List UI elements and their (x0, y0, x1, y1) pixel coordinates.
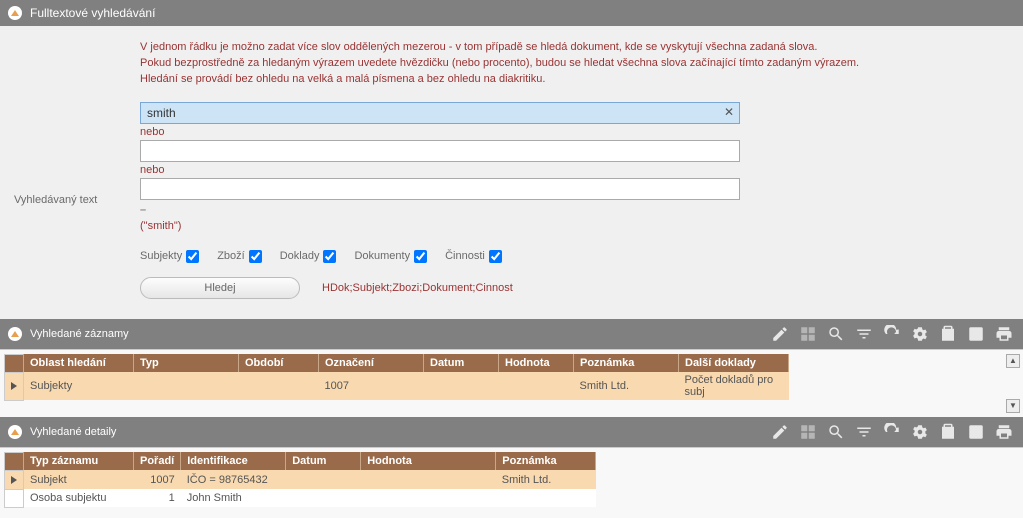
or-label-2: nebo (140, 164, 740, 176)
col-hodnota[interactable]: Hodnota (499, 354, 574, 372)
scope-checkboxes: Subjekty Zboží Doklady Dokumenty Činnost… (140, 250, 740, 263)
records-title: Vyhledané záznamy (30, 328, 129, 340)
details-header: Vyhledané detaily (0, 417, 1023, 447)
details-toolbar (761, 417, 1023, 447)
check-doklady[interactable] (323, 250, 336, 263)
table-row[interactable]: Subjekt 1007 IČO = 98765432 Smith Ltd. (5, 470, 596, 489)
settings-icon[interactable] (911, 423, 929, 441)
search-input-3[interactable] (140, 178, 740, 200)
clipboard-icon[interactable] (939, 423, 957, 441)
fulltext-title: Fulltextové vyhledávání (30, 6, 155, 20)
filter-icon[interactable] (855, 325, 873, 343)
details-header-row: Typ záznamu Pořadí Identifikace Datum Ho… (5, 452, 596, 470)
col-poznamka[interactable]: Poznámka (574, 354, 679, 372)
fulltext-form: V jednom řádku je možno zadat více slov … (0, 26, 1023, 319)
help-line-2: Pokud bezprostředně za hledaným výrazem … (140, 56, 920, 72)
grid-icon[interactable] (799, 423, 817, 441)
help-line-1: V jednom řádku je možno zadat více slov … (140, 40, 920, 56)
col-datum[interactable]: Datum (286, 452, 361, 470)
help-line-3: Hledání se provádí bez ohledu na velká a… (140, 72, 920, 88)
check-subjekty[interactable] (186, 250, 199, 263)
col-datum[interactable]: Datum (424, 354, 499, 372)
refresh-icon[interactable] (883, 325, 901, 343)
table-row[interactable]: Subjekty 1007 Smith Ltd. Počet dokladů p… (5, 372, 789, 400)
details-title: Vyhledané detaily (30, 426, 116, 438)
col-typ[interactable]: Typ (134, 354, 239, 372)
search-input-1[interactable] (140, 102, 740, 124)
check-dokumenty-label: Dokumenty (354, 250, 427, 263)
check-cinnosti[interactable] (489, 250, 502, 263)
edit-icon[interactable] (771, 423, 789, 441)
col-ident[interactable]: Identifikace (181, 452, 286, 470)
details-grid: Typ záznamu Pořadí Identifikace Datum Ho… (0, 447, 1023, 518)
scroll-up-icon[interactable]: ▲ (1006, 354, 1020, 368)
col-oblast[interactable]: Oblast hledání (24, 354, 134, 372)
settings-icon[interactable] (911, 325, 929, 343)
check-zbozi-label: Zboží (217, 250, 262, 263)
collapse-icon[interactable] (8, 6, 22, 20)
table-row[interactable]: Osoba subjektu 1 John Smith (5, 489, 596, 507)
search-icon[interactable] (827, 325, 845, 343)
label-search-text: Vyhledávaný text (10, 194, 140, 206)
col-obdobi[interactable]: Období (239, 354, 319, 372)
export-icon[interactable] (967, 423, 985, 441)
check-dokumenty[interactable] (414, 250, 427, 263)
details-panel: Vyhledané detaily Typ záznamu Pořadí Ide… (0, 417, 1023, 518)
help-text: V jednom řádku je možno zadat více slov … (140, 40, 920, 88)
edit-icon[interactable] (771, 325, 789, 343)
col-dalsi[interactable]: Další doklady (679, 354, 789, 372)
check-doklady-label: Doklady (280, 250, 337, 263)
col-oznaceni[interactable]: Označení (319, 354, 424, 372)
search-icon[interactable] (827, 423, 845, 441)
records-grid: Oblast hledání Typ Období Označení Datum… (0, 349, 1023, 417)
filter-icon[interactable] (855, 423, 873, 441)
print-icon[interactable] (995, 423, 1013, 441)
collapse-icon[interactable] (8, 327, 22, 341)
records-header: Vyhledané záznamy (0, 319, 1023, 349)
col-typ[interactable]: Typ záznamu (24, 452, 134, 470)
records-toolbar (761, 319, 1023, 349)
clipboard-icon[interactable] (939, 325, 957, 343)
check-subjekty-label: Subjekty (140, 250, 199, 263)
row-marker-icon (11, 476, 17, 484)
search-input-2[interactable] (140, 140, 740, 162)
search-scope-text: HDok;Subjekt;Zbozi;Dokument;Cinnost (322, 282, 513, 294)
fulltext-header: Fulltextové vyhledávání (0, 0, 1023, 26)
or-label-1: nebo (140, 126, 740, 138)
col-hodnota[interactable]: Hodnota (361, 452, 496, 470)
collapse-icon[interactable] (8, 425, 22, 439)
export-icon[interactable] (967, 325, 985, 343)
print-icon[interactable] (995, 325, 1013, 343)
row-marker-icon (11, 382, 17, 390)
records-panel: Vyhledané záznamy Oblast hledání Typ Obd… (0, 319, 1023, 417)
dash-separator: – (140, 204, 740, 216)
scroll-down-icon[interactable]: ▼ (1006, 399, 1020, 413)
query-preview: ("smith") (140, 220, 740, 232)
refresh-icon[interactable] (883, 423, 901, 441)
check-zbozi[interactable] (249, 250, 262, 263)
records-scrollbar[interactable]: ▲ ▼ (1005, 354, 1021, 413)
grid-icon[interactable] (799, 325, 817, 343)
clear-input-icon[interactable]: ✕ (722, 105, 736, 119)
search-button[interactable]: Hledej (140, 277, 300, 299)
fulltext-panel: Fulltextové vyhledávání V jednom řádku j… (0, 0, 1023, 319)
records-header-row: Oblast hledání Typ Období Označení Datum… (5, 354, 789, 372)
col-poznamka[interactable]: Poznámka (496, 452, 596, 470)
check-cinnosti-label: Činnosti (445, 250, 502, 263)
col-poradi[interactable]: Pořadí (134, 452, 181, 470)
